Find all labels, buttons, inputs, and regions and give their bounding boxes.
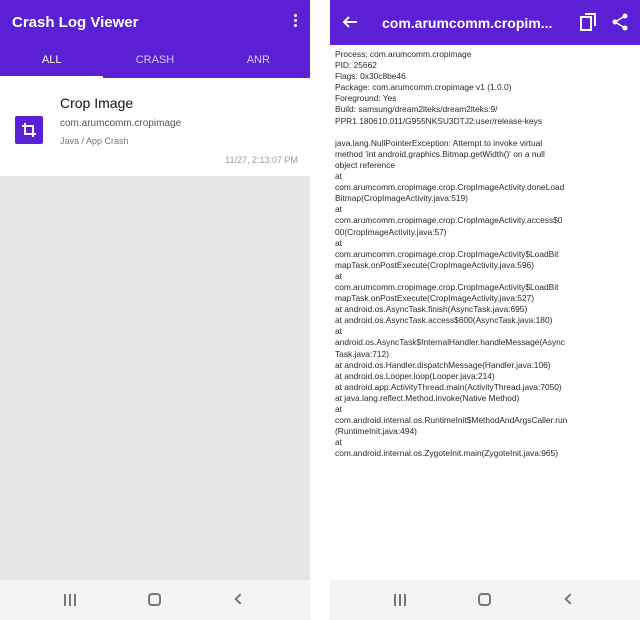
crash-log-text: Process: com.arumcomm.cropimage PID: 2566… xyxy=(335,49,635,579)
log-line: Package: com.arumcomm.cropimage v1 (1.0.… xyxy=(335,82,512,93)
log-line: at java.lang.reflect.Method.invoke(Nativ… xyxy=(335,392,520,403)
tab-all[interactable]: ALL xyxy=(0,45,104,78)
log-line: Task.java:712) xyxy=(335,348,389,359)
crash-detail-screen: com.arumcomm.cropim... Process: com.arum… xyxy=(330,0,640,620)
log-line: method 'int android.graphics.Bitmap.getW… xyxy=(335,148,545,159)
log-line: (RuntimeInit.java:494) xyxy=(335,426,417,437)
log-line: object reference xyxy=(335,159,396,170)
crop-icon xyxy=(15,116,43,144)
log-line: at xyxy=(335,204,342,215)
log-line: at xyxy=(335,270,342,281)
log-line: com.android.internal.os.RuntimeInit$Meth… xyxy=(335,415,568,426)
log-line: at android.os.Handler.dispatchMessage(Ha… xyxy=(335,359,551,370)
log-line: Bitmap(CropImageActivity.java:519) xyxy=(335,193,468,204)
log-line: Flags: 0x30c8be46 xyxy=(335,71,406,82)
empty-list-area xyxy=(0,176,310,581)
tab-crash[interactable]: CRASH xyxy=(103,45,206,78)
nav-back-icon[interactable] xyxy=(234,593,246,605)
log-line: com.android.internal.os.ZygoteInit.main(… xyxy=(335,448,558,459)
crash-type: Java / App Crash xyxy=(60,136,129,146)
tab-anr[interactable]: ANR xyxy=(207,45,310,78)
system-nav-bar xyxy=(330,580,640,620)
app-bar: Crash Log Viewer xyxy=(0,0,310,45)
log-line: 00(CropImageActivity.java:57) xyxy=(335,226,447,237)
nav-home-icon[interactable] xyxy=(478,593,491,606)
nav-recents-icon[interactable] xyxy=(394,594,406,606)
share-icon[interactable] xyxy=(612,13,628,36)
crash-list-screen: Crash Log Viewer ALL CRASH ANR Crop Imag… xyxy=(0,0,310,620)
copy-icon[interactable] xyxy=(580,13,596,36)
detail-title: com.arumcomm.cropim... xyxy=(382,15,553,31)
log-line: Build: samsung/dream2lteks/dream2lteks:9… xyxy=(335,104,498,115)
log-line: at xyxy=(335,171,342,182)
crash-package-name: com.arumcomm.cropimage xyxy=(60,118,182,129)
log-line: at xyxy=(335,326,342,337)
log-line: at xyxy=(335,237,342,248)
nav-back-icon[interactable] xyxy=(564,593,576,605)
log-line: Foreground: Yes xyxy=(335,93,397,104)
crash-list-item[interactable]: Crop Image com.arumcomm.cropimage Java /… xyxy=(0,78,310,176)
log-line: PPR1.180610.011/G955NKSU3DTJ2:user/relea… xyxy=(335,115,543,126)
nav-home-icon[interactable] xyxy=(148,593,161,606)
detail-app-bar: com.arumcomm.cropim... xyxy=(330,0,640,45)
log-line: Process: com.arumcomm.cropimage xyxy=(335,49,472,59)
system-nav-bar xyxy=(0,580,310,620)
log-line: com.arumcomm.cropimage.crop.CropImageAct… xyxy=(335,248,559,259)
log-line: at android.os.AsyncTask.finish(AsyncTask… xyxy=(335,304,528,315)
nav-recents-icon[interactable] xyxy=(64,594,76,606)
log-line: at android.os.AsyncTask.access$600(Async… xyxy=(335,315,553,326)
tab-bar: ALL CRASH ANR xyxy=(0,45,310,78)
log-line: at xyxy=(335,437,342,448)
app-title: Crash Log Viewer xyxy=(12,14,139,31)
crash-app-name: Crop Image xyxy=(60,95,134,111)
overflow-menu-icon[interactable] xyxy=(292,14,298,30)
crash-timestamp: 11/27, 2:13:07 PM xyxy=(225,155,298,165)
log-line: com.arumcomm.cropimage.crop.CropImageAct… xyxy=(335,281,559,292)
log-line: com.arumcomm.cropimage.crop.CropImageAct… xyxy=(335,182,565,193)
log-line: mapTask.onPostExecute(CropImageActivity.… xyxy=(335,259,535,270)
log-line: mapTask.onPostExecute(CropImageActivity.… xyxy=(335,293,535,304)
log-line: at android.app.ActivityThread.main(Activ… xyxy=(335,381,562,392)
log-line: com.arumcomm.cropimage.crop.CropImageAct… xyxy=(335,215,563,226)
log-line: java.lang.NullPointerException: Attempt … xyxy=(335,137,543,148)
log-line: android.os.AsyncTask$InternalHandler.han… xyxy=(335,337,565,348)
log-line: PID: 25662 xyxy=(335,60,377,71)
log-line: at android.os.Looper.loop(Looper.java:21… xyxy=(335,370,495,381)
back-arrow-icon[interactable] xyxy=(342,14,358,35)
log-line: at xyxy=(335,404,342,414)
